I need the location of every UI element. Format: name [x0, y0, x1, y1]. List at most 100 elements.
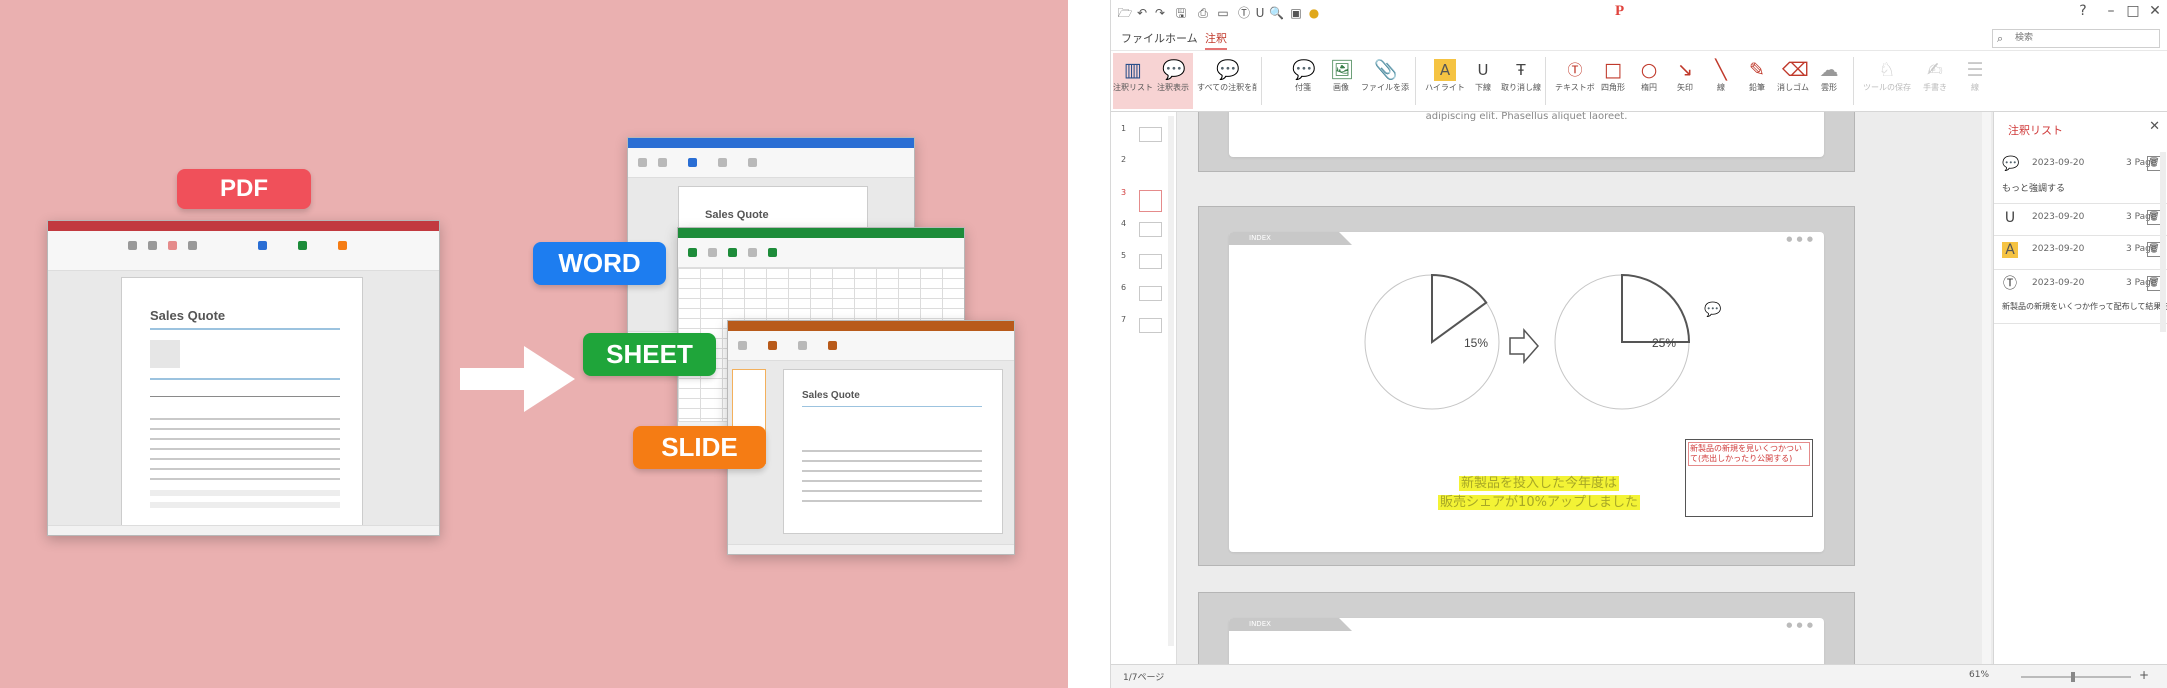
pencil-icon: ✎: [1749, 59, 1765, 81]
sticky-note-button[interactable]: 💬 付箋: [1283, 53, 1323, 109]
image-button[interactable]: 🖼 画像: [1321, 53, 1361, 109]
annotation-item[interactable]: Ⓣ 2023-09-20 3 Page 🗑 新製品の新規をいくつか作って配布して…: [1994, 272, 2167, 324]
trash-icon[interactable]: 🗑: [2147, 276, 2161, 291]
thumb-number: 4: [1121, 219, 1127, 228]
image-qat-icon[interactable]: ▣: [1289, 4, 1303, 22]
annotation-list-button[interactable]: ▥ 注釈リスト: [1113, 53, 1153, 109]
help-button[interactable]: ?: [2073, 3, 2093, 19]
tab-annotate[interactable]: 注釈: [1205, 30, 1227, 50]
zoom-qat-icon[interactable]: 🔍: [1269, 4, 1284, 22]
pie-right-label: 25%: [1652, 336, 1676, 350]
convert-arrow-icon: [460, 346, 575, 412]
rectangle-button[interactable]: □ 四角形: [1593, 53, 1633, 109]
thumbnail-page[interactable]: [1139, 286, 1162, 301]
slide-window-preview: Sales Quote: [727, 320, 1015, 555]
panel-close-button[interactable]: ✕: [2149, 119, 2160, 134]
textbox-qat-icon[interactable]: Ⓣ: [1237, 4, 1251, 22]
line-button[interactable]: ╲ 線: [1701, 53, 1741, 109]
thumbnail-page[interactable]: [1139, 318, 1162, 333]
undo-icon[interactable]: ↶: [1135, 4, 1149, 22]
thumbnail-page[interactable]: [1139, 254, 1162, 269]
save-icon[interactable]: 🖫: [1173, 4, 1189, 22]
sheet-window-titlebar: [678, 228, 964, 238]
delete-all-annotations-icon: 💬: [1216, 59, 1240, 81]
tool-save-icon: ♘: [1878, 59, 1896, 81]
tool-save-button[interactable]: ♘ ツールの保存: [1863, 53, 1911, 109]
view-icon[interactable]: ▭: [1215, 4, 1231, 22]
delete-all-annotations-button[interactable]: 💬 すべての注釈を削除: [1197, 53, 1257, 109]
textbox-button[interactable]: Ⓣ テキストボックス: [1555, 53, 1595, 109]
line-width-button[interactable]: ☰ 線: [1955, 53, 1995, 109]
slide-card-top: adipiscing elit. Phasellus aliquet laore…: [1198, 112, 1855, 172]
highlighted-text-block[interactable]: 新製品を投入した今年度は 販売シェアが10%アップしました: [1369, 472, 1709, 510]
arrow-icon: ↘: [1677, 59, 1693, 81]
slide-top: adipiscing elit. Phasellus aliquet laore…: [1229, 112, 1824, 157]
trash-icon[interactable]: 🗑: [2147, 242, 2161, 257]
arrow-button[interactable]: ↘ 矢印: [1665, 53, 1705, 109]
strikethrough-button[interactable]: Ŧ 取り消し線: [1501, 53, 1541, 109]
panel-scrollbar[interactable]: [2160, 152, 2166, 332]
annotation-list-icon: ▥: [1124, 59, 1142, 81]
slide-card-current: INDEX ● ● ● 15% 25% 💬 新製品を投入した今年度は 販売シェア…: [1198, 206, 1855, 566]
tab-home[interactable]: ホーム: [1165, 30, 1198, 50]
underline-button[interactable]: U 下線: [1463, 53, 1503, 109]
annotation-show-button[interactable]: 💬 注釈表示: [1153, 53, 1193, 109]
pdf-window-titlebar: [48, 221, 439, 231]
handwriting-button[interactable]: ✍ 手書き: [1915, 53, 1955, 109]
slide-window-ribbon: [728, 331, 1014, 361]
app-logo: P: [1615, 3, 1625, 19]
slide-badge: SLIDE: [633, 426, 766, 469]
search-icon: ⌕: [1997, 32, 2004, 45]
thumb-number: 5: [1121, 251, 1127, 260]
underline-qat-icon[interactable]: U: [1253, 4, 1267, 22]
annotation-item[interactable]: 💬 2023-09-20 3 Page 🗑 もっと強調する: [1994, 152, 2167, 204]
annotation-item[interactable]: A 2023-09-20 3 Page 🗑: [1994, 238, 2167, 270]
status-bar: 1/7ページ 61% +: [1111, 664, 2167, 688]
redo-icon[interactable]: ↷: [1153, 4, 1167, 22]
thumbnail-page[interactable]: [1139, 127, 1162, 142]
comment-qat-icon[interactable]: ●: [1307, 4, 1321, 22]
search-input[interactable]: ⌕ 検索: [1992, 29, 2160, 48]
ribbon-separator: [1261, 57, 1262, 105]
word-badge: WORD: [533, 242, 666, 285]
slide-card-next: INDEX ● ● ●: [1198, 592, 1855, 664]
image-icon: 🖼: [1330, 59, 1355, 81]
thumbnail-scrollbar[interactable]: [1168, 116, 1174, 646]
maximize-button[interactable]: □: [2123, 3, 2143, 19]
zoom-slider[interactable]: [2021, 672, 2131, 682]
open-folder-icon[interactable]: 🗁: [1117, 4, 1133, 22]
pie-arrow-icon: [1509, 328, 1539, 364]
print-icon[interactable]: ⎙: [1195, 4, 1211, 22]
eraser-button[interactable]: ⌫ 消しゴム: [1773, 53, 1813, 109]
word-doc-title: Sales Quote: [705, 209, 769, 221]
textbox-annotation[interactable]: 新製品の新規を見いくつかついて(売出しかったり公開する): [1685, 439, 1813, 517]
slide-window-titlebar: [728, 321, 1014, 331]
attach-file-button[interactable]: 📎 ファイルを添付: [1361, 53, 1409, 109]
sheet-window-ribbon: [678, 238, 964, 268]
thumbnail-page[interactable]: [1139, 222, 1162, 237]
slide-header-next: INDEX: [1229, 618, 1352, 631]
zoom-in-button[interactable]: +: [2139, 668, 2149, 682]
line-width-icon: ☰: [1966, 59, 1984, 81]
thumbnail-page-selected[interactable]: [1139, 190, 1162, 212]
trash-icon[interactable]: 🗑: [2147, 210, 2161, 225]
cloud-button[interactable]: ☁ 雲形: [1809, 53, 1849, 109]
underline-icon: U: [1477, 61, 1489, 79]
viewer-scrollbar[interactable]: [1982, 112, 1991, 664]
pdf-window-ribbon: [48, 231, 439, 271]
minimize-button[interactable]: –: [2101, 3, 2121, 19]
ellipse-button[interactable]: ○ 楕円: [1629, 53, 1669, 109]
pdf-app-window: 🗁 ↶ ↷ 🖫 ⎙ ▭ Ⓣ U 🔍 ▣ ● P ? – □ ✕ ファイル ホーム…: [1110, 0, 2167, 688]
ribbon-separator: [1545, 57, 1546, 105]
pencil-button[interactable]: ✎ 鉛筆: [1737, 53, 1777, 109]
trash-icon[interactable]: 🗑: [2147, 156, 2161, 171]
sheet-badge: SHEET: [583, 333, 716, 376]
panel-title: 注釈リスト: [2008, 124, 2063, 137]
highlight-button[interactable]: A ハイライト: [1425, 53, 1465, 109]
slide-window-status: [728, 544, 1014, 554]
tab-file[interactable]: ファイル: [1121, 30, 1165, 50]
close-button[interactable]: ✕: [2145, 3, 2165, 19]
comment-icon[interactable]: 💬: [1704, 302, 1721, 318]
annotation-item[interactable]: U 2023-09-20 3 Page 🗑: [1994, 206, 2167, 236]
word-window-titlebar: [628, 138, 914, 148]
